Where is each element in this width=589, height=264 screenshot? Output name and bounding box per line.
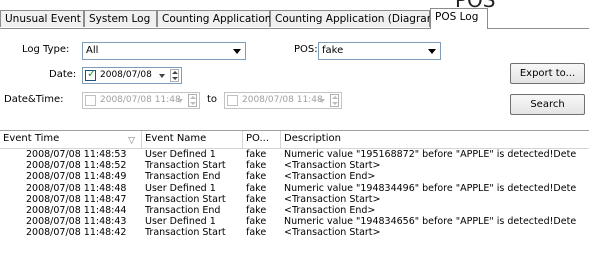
chevron-down-icon <box>230 44 244 58</box>
calendar-dropdown-icon[interactable] <box>318 96 327 105</box>
log-type-value: All <box>86 45 99 56</box>
cell-event-time: 2008/07/08 11:48:47 <box>26 193 127 205</box>
log-type-select[interactable]: All <box>82 42 246 60</box>
pos-label: POS: <box>294 44 318 55</box>
datetime-from-picker[interactable]: 2008/07/08 11:48 <box>82 92 200 109</box>
column-header-event-time[interactable]: Event Time ▽ <box>0 131 142 148</box>
table-header: Event Time ▽ Event Name PO... Descriptio… <box>0 131 589 149</box>
table-row[interactable]: 2008/07/08 11:48:48 User Defined 1 fake … <box>0 183 589 194</box>
date-value: 2008/07/08 <box>100 70 152 80</box>
cell-description: <Transaction Start> <box>284 227 381 239</box>
datetime-to-picker[interactable]: 2008/07/08 11:48 <box>224 92 342 109</box>
table-row[interactable]: 2008/07/08 11:48:52 Transaction Start fa… <box>0 160 589 171</box>
tab-unusual-event[interactable]: Unusual Event <box>0 10 84 27</box>
column-header-description[interactable]: Description <box>281 131 589 148</box>
cell-event-time: 2008/07/08 11:48:43 <box>26 216 127 228</box>
cell-event-name: Transaction Start <box>145 160 226 172</box>
tab-counting-application[interactable]: Counting Application <box>157 10 271 27</box>
spin-updown-icon[interactable] <box>330 94 339 107</box>
datetime-to-value: 2008/07/08 11:48 <box>242 95 323 105</box>
column-header-event-name[interactable]: Event Name <box>142 131 243 148</box>
column-header-pos[interactable]: PO... <box>243 131 281 148</box>
cell-event-time: 2008/07/08 11:48:49 <box>26 171 127 183</box>
tab-system-log[interactable]: System Log <box>84 10 157 27</box>
tab-strip: Unusual Event System Log Counting Applic… <box>0 8 589 29</box>
tab-counting-application-diagram[interactable]: Counting Application (Diagram) <box>270 10 441 27</box>
cell-event-name: User Defined 1 <box>145 182 216 194</box>
tab-pos-log[interactable]: POS Log <box>430 8 488 29</box>
column-header-label: Event Time <box>3 133 60 144</box>
export-button[interactable]: Export to... <box>510 63 585 84</box>
cell-event-name: Transaction Start <box>145 193 226 205</box>
cell-event-time: 2008/07/08 11:48:44 <box>26 204 127 216</box>
cell-event-time: 2008/07/08 11:48:52 <box>26 160 127 172</box>
datetime-from-value: 2008/07/08 11:48 <box>100 95 181 105</box>
cell-description: <Transaction Start> <box>284 193 381 205</box>
datetime-from-checkbox[interactable] <box>85 95 96 106</box>
pos-log-table: Event Time ▽ Event Name PO... Descriptio… <box>0 130 589 264</box>
cell-pos: fake <box>246 171 267 183</box>
spin-updown-icon[interactable] <box>170 69 179 82</box>
search-button[interactable]: Search <box>510 94 585 115</box>
cell-event-time: 2008/07/08 11:48:42 <box>26 227 127 239</box>
datetime-to-checkbox[interactable] <box>227 95 238 106</box>
table-row[interactable]: 2008/07/08 11:48:53 User Defined 1 fake … <box>0 149 589 160</box>
cell-description: Numeric value "195168872" before "APPLE"… <box>284 149 577 160</box>
pos-select[interactable]: fake <box>318 42 441 60</box>
cell-pos: fake <box>246 216 267 228</box>
caption-overlay-text: POS <box>455 0 496 8</box>
pos-log-panel: Log Type: All POS: fake Date: ✓ 2008/07/… <box>0 29 589 264</box>
table-row[interactable]: 2008/07/08 11:48:47 Transaction Start fa… <box>0 194 589 205</box>
calendar-dropdown-icon[interactable] <box>176 96 185 105</box>
checkmark-icon: ✓ <box>87 67 97 80</box>
table-body: 2008/07/08 11:48:53 User Defined 1 fake … <box>0 149 589 239</box>
table-row[interactable]: 2008/07/08 11:48:42 Transaction Start fa… <box>0 227 589 238</box>
cell-description: <Transaction Start> <box>284 160 381 172</box>
log-type-label: Log Type: <box>22 44 70 55</box>
cell-pos: fake <box>246 193 267 205</box>
cell-event-time: 2008/07/08 11:48:48 <box>26 182 127 194</box>
calendar-dropdown-icon[interactable] <box>158 71 167 80</box>
datetime-label: Date&Time: <box>4 94 64 105</box>
table-row[interactable]: 2008/07/08 11:48:49 Transaction End fake… <box>0 171 589 182</box>
date-picker[interactable]: ✓ 2008/07/08 <box>82 67 182 84</box>
top-caption-band: POS <box>0 0 589 8</box>
cell-event-name: User Defined 1 <box>145 149 216 160</box>
cell-description: <Transaction End> <box>284 171 376 183</box>
table-row[interactable]: 2008/07/08 11:48:43 User Defined 1 fake … <box>0 216 589 227</box>
cell-description: <Transaction End> <box>284 204 376 216</box>
sort-indicator-icon: ▽ <box>128 136 135 146</box>
cell-description: Numeric value "194834496" before "APPLE"… <box>284 182 577 194</box>
cell-pos: fake <box>246 160 267 172</box>
cell-pos: fake <box>246 149 267 160</box>
chevron-down-icon <box>425 44 439 58</box>
cell-pos: fake <box>246 227 267 239</box>
cell-event-name: Transaction Start <box>145 227 226 239</box>
cell-event-name: Transaction End <box>145 204 221 216</box>
date-label: Date: <box>49 69 77 80</box>
to-label: to <box>207 94 218 105</box>
cell-pos: fake <box>246 204 267 216</box>
cell-description: Numeric value "194834656" before "APPLE"… <box>284 216 577 228</box>
cell-event-name: User Defined 1 <box>145 216 216 228</box>
date-checkbox[interactable]: ✓ <box>85 67 97 81</box>
table-row[interactable]: 2008/07/08 11:48:44 Transaction End fake… <box>0 205 589 216</box>
cell-event-name: Transaction End <box>145 171 221 183</box>
spin-updown-icon[interactable] <box>188 94 197 107</box>
cell-pos: fake <box>246 182 267 194</box>
pos-value: fake <box>322 45 344 56</box>
cell-event-time: 2008/07/08 11:48:53 <box>26 149 127 160</box>
